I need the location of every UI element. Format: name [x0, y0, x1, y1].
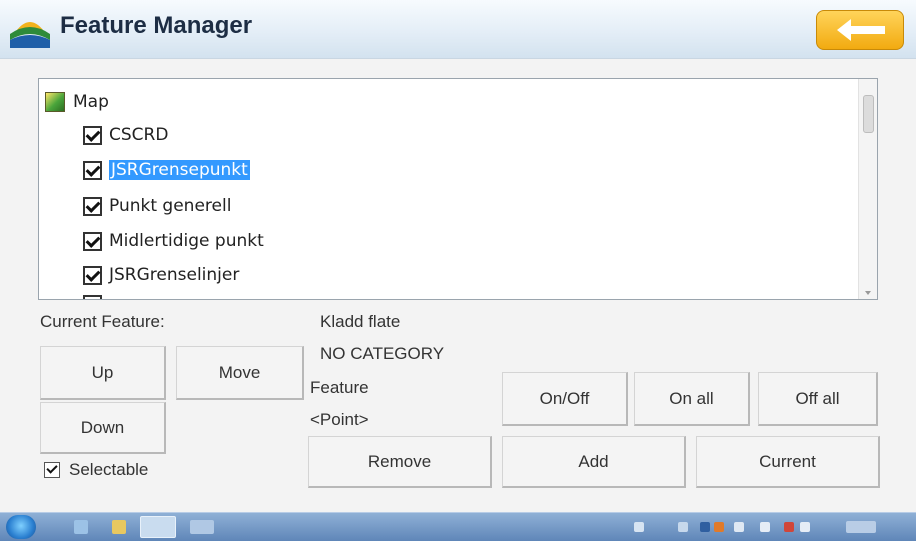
current-feature-type-value: <Point> [310, 410, 369, 429]
clock[interactable] [846, 521, 876, 533]
scroll-thumb[interactable] [863, 95, 874, 133]
tree-root-map[interactable]: Map [45, 89, 109, 115]
tree-item-partial[interactable] [83, 291, 109, 299]
window-thumb-icon[interactable] [190, 520, 214, 534]
app-logo-icon [8, 8, 52, 50]
on-all-button[interactable]: On all [634, 372, 750, 426]
selectable-option[interactable]: Selectable [44, 460, 148, 480]
tray-icon[interactable] [734, 522, 744, 532]
tray-icon[interactable] [634, 522, 644, 532]
current-feature-name: Kladd flate [320, 312, 401, 331]
current-feature-heading: Current Feature: [40, 312, 165, 331]
tray-icon[interactable] [700, 522, 710, 532]
selectable-label: Selectable [69, 460, 149, 479]
tree-item-cscrd[interactable]: CSCRD [83, 122, 168, 148]
tray-icon[interactable] [760, 522, 770, 532]
title-bar: Feature Manager [0, 0, 916, 59]
layer-checkbox[interactable] [83, 160, 102, 180]
tray-icon[interactable] [800, 522, 810, 532]
tree-item-jsrgrensepunkt[interactable]: JSRGrensepunkt [83, 157, 250, 183]
ie-icon[interactable] [74, 520, 88, 534]
scroll-down-icon[interactable] [865, 291, 871, 295]
back-arrow-icon [837, 19, 885, 41]
layer-checkbox[interactable] [83, 196, 102, 216]
layer-checkbox[interactable] [83, 294, 102, 299]
back-button[interactable] [816, 10, 904, 50]
tray-icon[interactable] [784, 522, 794, 532]
tree-item-label: Midlertidige punkt [109, 231, 264, 251]
tree-item-label: Punkt generell [109, 196, 232, 216]
move-button[interactable]: Move [176, 346, 304, 400]
tree-item-midlertidige-punkt[interactable]: Midlertidige punkt [83, 228, 264, 254]
tree-item-label: JSRGrensepunkt [109, 160, 250, 180]
tree-scrollbar[interactable] [858, 79, 877, 299]
layer-checkbox[interactable] [83, 125, 102, 145]
tree-item-label: JSRGrenselinjer [109, 265, 240, 285]
current-feature-type-label: Feature [310, 378, 369, 397]
onoff-button[interactable]: On/Off [502, 372, 628, 426]
taskbar [0, 512, 916, 541]
folder-icon[interactable] [112, 520, 126, 534]
tree-item-label: CSCRD [109, 125, 169, 145]
tree-root-label: Map [73, 92, 109, 112]
active-app-icon[interactable] [140, 516, 176, 538]
tray-icon[interactable] [714, 522, 724, 532]
current-button[interactable]: Current [696, 436, 880, 488]
tray-icon[interactable] [678, 522, 688, 532]
selectable-checkbox[interactable] [44, 462, 60, 478]
map-folder-icon [45, 92, 65, 112]
window-title: Feature Manager [60, 12, 253, 39]
tree-item-punkt-generell[interactable]: Punkt generell [83, 193, 231, 219]
off-all-button[interactable]: Off all [758, 372, 878, 426]
start-button[interactable] [6, 515, 36, 539]
layer-checkbox[interactable] [83, 231, 102, 251]
remove-button[interactable]: Remove [308, 436, 492, 488]
current-feature-category: NO CATEGORY [320, 344, 445, 363]
tree-item-jsrgrenselinjer[interactable]: JSRGrenselinjer [83, 262, 239, 288]
layer-checkbox[interactable] [83, 265, 102, 285]
feature-tree[interactable]: Map CSCRD JSRGrensepunkt Punkt generell … [38, 78, 878, 300]
down-button[interactable]: Down [40, 402, 166, 454]
up-button[interactable]: Up [40, 346, 166, 400]
add-button[interactable]: Add [502, 436, 686, 488]
